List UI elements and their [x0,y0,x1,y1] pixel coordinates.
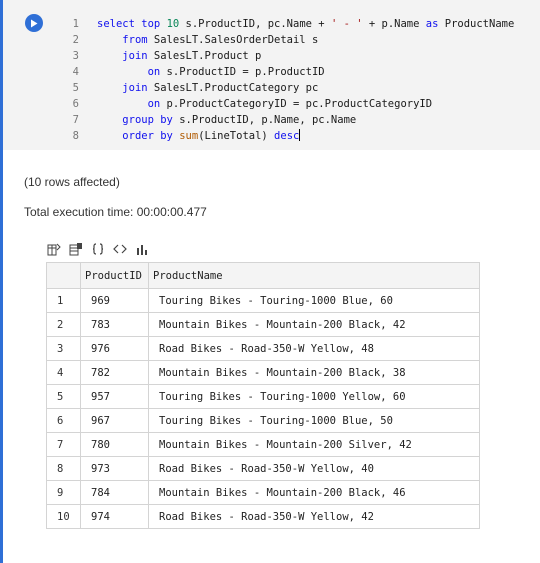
row-number-cell[interactable]: 1 [46,288,81,313]
productid-cell[interactable]: 784 [80,480,149,505]
row-number-cell[interactable]: 5 [46,384,81,409]
code-text[interactable]: group by s.ProductID, p.Name, pc.Name [97,112,356,128]
save-as-json-icon[interactable] [90,241,106,257]
row-number-cell[interactable]: 7 [46,432,81,457]
results-grid: ProductID ProductName 1 969 Touring Bikes … [46,262,480,529]
row-number-cell[interactable]: 10 [46,504,81,529]
line-number: 4 [72,66,79,78]
row-number-header[interactable] [46,262,81,289]
row-number-cell[interactable]: 4 [46,360,81,385]
rows-affected-message: (10 rows affected) [24,175,120,189]
productid-cell[interactable]: 973 [80,456,149,481]
code-line[interactable]: 7 group by s.ProductID, p.Name, pc.Name [3,112,540,128]
row-number-cell[interactable]: 8 [46,456,81,481]
table-row[interactable]: 5 957 Touring Bikes - Touring-1000 Yellow,… [46,384,480,409]
code-text[interactable]: select top 10 s.ProductID, pc.Name + ' -… [97,16,514,32]
productid-cell[interactable]: 967 [80,408,149,433]
productid-cell[interactable]: 780 [80,432,149,457]
table-row[interactable]: 2 783 Mountain Bikes - Mountain-200 Black,… [46,312,480,337]
code-line[interactable]: 5 join SalesLT.ProductCategory pc [3,80,540,96]
code-text[interactable]: from SalesLT.SalesOrderDetail s [97,32,318,48]
code-text[interactable]: join SalesLT.ProductCategory pc [97,80,318,96]
code-text[interactable]: on s.ProductID = p.ProductID [97,64,325,80]
productid-cell[interactable]: 782 [80,360,149,385]
line-number: 6 [72,98,79,110]
line-number: 2 [72,34,79,46]
table-row[interactable]: 10 974 Road Bikes - Road-350-W Yellow, 42 [46,504,480,529]
save-as-csv-icon[interactable] [46,241,62,257]
save-as-excel-icon[interactable] [68,241,84,257]
table-row[interactable]: 7 780 Mountain Bikes - Mountain-200 Silver… [46,432,480,457]
line-number: 3 [72,50,79,62]
productid-cell[interactable]: 976 [80,336,149,361]
row-number-cell[interactable]: 9 [46,480,81,505]
table-row[interactable]: 8 973 Road Bikes - Road-350-W Yellow, 40 [46,456,480,481]
code-editor[interactable]: 1 select top 10 s.ProductID, pc.Name + ' … [3,0,540,150]
code-line[interactable]: 2 from SalesLT.SalesOrderDetail s [3,32,540,48]
productid-cell[interactable]: 974 [80,504,149,529]
line-number: 1 [72,18,79,30]
productname-cell[interactable]: Mountain Bikes - Mountain-200 Black, 42 [148,312,480,337]
table-row[interactable]: 6 967 Touring Bikes - Touring-1000 Blue, 5… [46,408,480,433]
column-header-productid[interactable]: ProductID [80,262,149,289]
code-text[interactable]: join SalesLT.Product p [97,48,261,64]
productname-cell[interactable]: Road Bikes - Road-350-W Yellow, 42 [148,504,480,529]
table-row[interactable]: 1 969 Touring Bikes - Touring-1000 Blue, 6… [46,288,480,313]
code-line[interactable]: 1 select top 10 s.ProductID, pc.Name + ' … [3,16,540,32]
row-number-cell[interactable]: 3 [46,336,81,361]
productname-cell[interactable]: Mountain Bikes - Mountain-200 Black, 46 [148,480,480,505]
productname-cell[interactable]: Mountain Bikes - Mountain-200 Silver, 42 [148,432,480,457]
table-row[interactable]: 4 782 Mountain Bikes - Mountain-200 Black,… [46,360,480,385]
line-number: 7 [72,114,79,126]
productname-cell[interactable]: Touring Bikes - Touring-1000 Yellow, 60 [148,384,480,409]
productname-cell[interactable]: Mountain Bikes - Mountain-200 Black, 38 [148,360,480,385]
column-header-productname[interactable]: ProductName [148,262,480,289]
code-text[interactable]: on p.ProductCategoryID = pc.ProductCateg… [97,96,432,112]
productid-cell[interactable]: 783 [80,312,149,337]
code-lines: 1 select top 10 s.ProductID, pc.Name + ' … [3,16,540,144]
productid-cell[interactable]: 969 [80,288,149,313]
code-line[interactable]: 6 on p.ProductCategoryID = pc.ProductCat… [3,96,540,112]
table-row[interactable]: 9 784 Mountain Bikes - Mountain-200 Black,… [46,480,480,505]
chart-icon[interactable] [134,241,150,257]
results-toolbar [46,241,150,257]
productname-cell[interactable]: Touring Bikes - Touring-1000 Blue, 60 [148,288,480,313]
row-number-cell[interactable]: 6 [46,408,81,433]
code-line[interactable]: 3 join SalesLT.Product p [3,48,540,64]
line-number: 5 [72,82,79,94]
line-number: 8 [72,130,79,142]
code-line[interactable]: 8 order by sum(LineTotal) desc [3,128,540,144]
productid-cell[interactable]: 957 [80,384,149,409]
code-text[interactable]: order by sum(LineTotal) desc [97,128,301,144]
row-number-cell[interactable]: 2 [46,312,81,337]
save-as-xml-icon[interactable] [112,241,128,257]
productname-cell[interactable]: Touring Bikes - Touring-1000 Blue, 50 [148,408,480,433]
table-row[interactable]: 3 976 Road Bikes - Road-350-W Yellow, 48 [46,336,480,361]
productname-cell[interactable]: Road Bikes - Road-350-W Yellow, 48 [148,336,480,361]
productname-cell[interactable]: Road Bikes - Road-350-W Yellow, 40 [148,456,480,481]
execution-time-message: Total execution time: 00:00:00.477 [24,205,207,219]
code-line[interactable]: 4 on s.ProductID = p.ProductID [3,64,540,80]
header-row: ProductID ProductName [46,262,480,289]
